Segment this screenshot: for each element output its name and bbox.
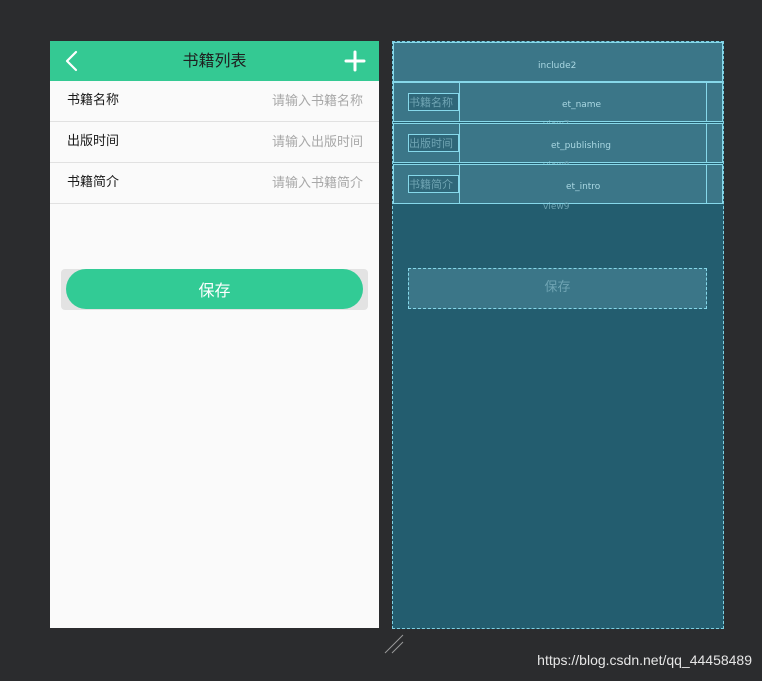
phone-preview: 书籍列表 书籍名称 出版时间 书籍简介 保存: [50, 41, 379, 628]
title-bar: 书籍列表: [50, 41, 379, 81]
blueprint-include-box[interactable]: include2: [393, 42, 723, 82]
blueprint-name-label: 书籍名称: [409, 96, 453, 109]
book-intro-label: 书籍简介: [67, 175, 120, 190]
add-button[interactable]: [343, 49, 367, 73]
blueprint-publishing-label: 出版时间: [409, 137, 453, 150]
blueprint-view: include2 et_name 书籍名称 view7 et_publishin…: [392, 41, 724, 629]
blueprint-intro-label: 书籍简介: [409, 178, 453, 191]
blueprint-et-intro[interactable]: et_intro: [459, 164, 707, 204]
blueprint-intro-label-box[interactable]: 书籍简介: [408, 175, 459, 193]
save-button[interactable]: 保存: [66, 269, 363, 309]
blueprint-save-button[interactable]: 保存: [408, 268, 707, 309]
publish-time-row: 出版时间: [50, 122, 379, 163]
plus-icon: [344, 50, 366, 72]
blueprint-save-label: 保存: [544, 280, 571, 295]
publish-time-label: 出版时间: [67, 134, 120, 149]
publish-time-input[interactable]: [193, 128, 363, 156]
book-name-input[interactable]: [193, 87, 363, 115]
blueprint-name-label-box[interactable]: 书籍名称: [408, 93, 459, 111]
page-title: 书籍列表: [182, 51, 247, 70]
book-intro-input[interactable]: [193, 169, 363, 197]
blueprint-view9: view9: [543, 202, 570, 212]
resize-handle-icon[interactable]: [383, 633, 405, 655]
blueprint-et-intro-id: et_intro: [566, 182, 601, 192]
save-button-container: 保存: [61, 269, 368, 310]
book-name-row: 书籍名称: [50, 81, 379, 122]
blueprint-et-name[interactable]: et_name: [459, 82, 707, 122]
book-name-label: 书籍名称: [67, 93, 120, 108]
book-intro-row: 书籍简介: [50, 163, 379, 204]
blueprint-publishing-label-box[interactable]: 出版时间: [408, 134, 459, 152]
blueprint-include-label: include2: [538, 61, 577, 71]
blueprint-et-publishing-id: et_publishing: [551, 141, 612, 151]
watermark: https://blog.csdn.net/qq_44458489: [537, 652, 752, 668]
blueprint-et-publishing[interactable]: et_publishing: [459, 123, 707, 163]
blueprint-et-name-id: et_name: [562, 100, 602, 110]
